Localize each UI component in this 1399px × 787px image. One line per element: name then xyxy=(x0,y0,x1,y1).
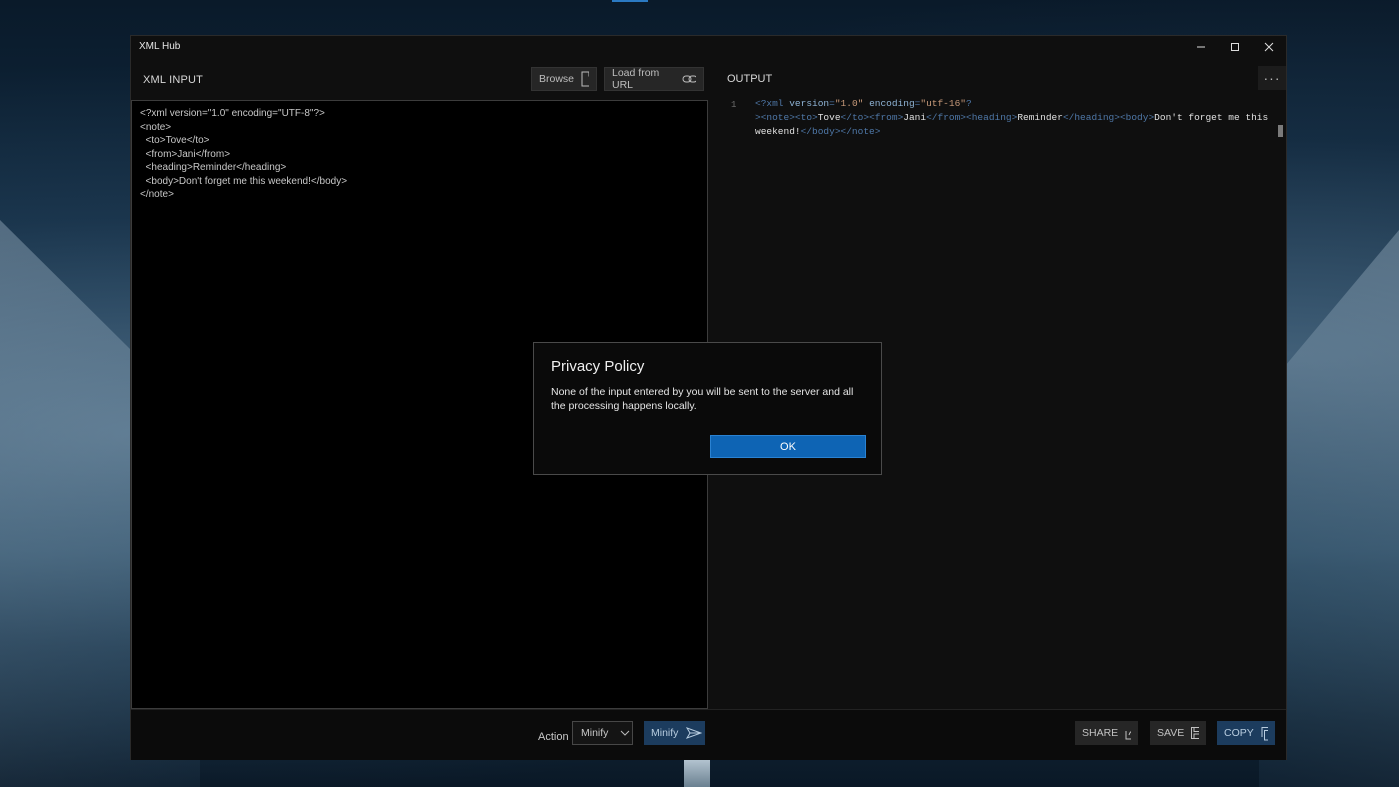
taskbar-accent-line xyxy=(612,0,648,2)
copy-icon xyxy=(1261,726,1268,740)
output-token: <from> xyxy=(869,112,904,123)
load-url-label: Load from URL xyxy=(612,67,660,91)
send-icon xyxy=(686,727,703,739)
more-options-button[interactable]: ··· xyxy=(1258,66,1286,90)
output-scrollbar-thumb[interactable] xyxy=(1278,125,1283,137)
title-bar[interactable]: XML Hub xyxy=(131,36,1286,58)
xml-input-text[interactable]: <?xml version="1.0" encoding="UTF-8"?> <… xyxy=(140,107,347,202)
save-icon xyxy=(1191,727,1199,739)
bottom-toolbar: Action Minify Minify SHARE SAVE COPY xyxy=(131,709,1286,760)
action-label: Action xyxy=(538,731,569,743)
copy-label: COPY xyxy=(1224,727,1254,739)
action-select[interactable]: Minify xyxy=(572,721,633,745)
load-from-url-button[interactable]: Load from URL xyxy=(604,67,704,91)
close-icon xyxy=(1264,42,1274,52)
privacy-policy-dialog: Privacy Policy None of the input entered… xyxy=(533,342,882,475)
output-header: OUTPUT xyxy=(727,73,773,85)
output-token: encoding xyxy=(869,98,915,109)
save-label: SAVE xyxy=(1157,727,1185,739)
output-token: </note> xyxy=(840,126,881,137)
share-label: SHARE xyxy=(1082,727,1119,739)
file-icon xyxy=(581,71,589,87)
save-button[interactable]: SAVE xyxy=(1150,721,1206,745)
output-token: </body> xyxy=(800,126,841,137)
maximize-button[interactable] xyxy=(1218,36,1252,58)
ok-button[interactable]: OK xyxy=(710,435,866,458)
window-title: XML Hub xyxy=(139,41,181,52)
output-token: version xyxy=(789,98,830,109)
output-token: <body> xyxy=(1119,112,1155,123)
line-number: 1 xyxy=(731,100,737,110)
output-code[interactable]: <?xml version="1.0" encoding="utf-16"? >… xyxy=(755,97,1268,139)
browse-label: Browse xyxy=(539,73,575,85)
wallpaper-road xyxy=(684,758,710,787)
more-icon: ··· xyxy=(1263,70,1281,86)
output-token: "utf-16" xyxy=(920,98,966,109)
output-token: <heading> xyxy=(966,112,1018,123)
output-token: "1.0" xyxy=(834,98,864,109)
output-token: </heading> xyxy=(1062,112,1120,123)
copy-button[interactable]: COPY xyxy=(1217,721,1275,745)
output-token: <note> xyxy=(760,112,795,123)
minify-run-label: Minify xyxy=(651,727,679,739)
share-icon xyxy=(1125,731,1131,740)
output-token: Reminder xyxy=(1017,112,1063,123)
output-token: <?xml xyxy=(755,98,790,109)
output-token: <to> xyxy=(794,112,818,123)
output-token: Jani xyxy=(903,112,927,123)
action-select-value: Minify xyxy=(581,727,609,739)
input-header: XML INPUT xyxy=(143,74,204,86)
minimize-icon xyxy=(1197,46,1205,48)
minimize-button[interactable] xyxy=(1184,36,1218,58)
output-token: </to> xyxy=(840,112,870,123)
share-button[interactable]: SHARE xyxy=(1075,721,1138,745)
output-token: Tove xyxy=(817,112,841,123)
link-icon xyxy=(682,75,696,83)
close-button[interactable] xyxy=(1252,36,1286,58)
dialog-body: None of the input entered by you will be… xyxy=(551,386,854,412)
dialog-title: Privacy Policy xyxy=(551,358,645,375)
maximize-icon xyxy=(1231,43,1239,51)
chevron-down-icon xyxy=(621,730,630,736)
browse-button[interactable]: Browse xyxy=(531,67,597,91)
minify-run-button[interactable]: Minify xyxy=(644,721,705,745)
output-token: </from> xyxy=(926,112,967,123)
